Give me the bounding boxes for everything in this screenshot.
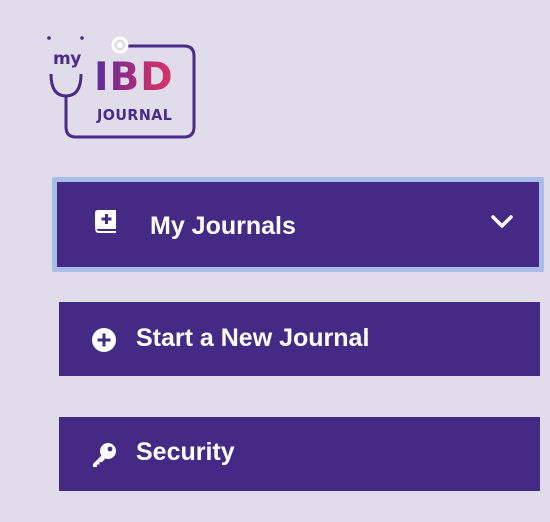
- menu-item-label: My Journals: [150, 212, 296, 240]
- plus-circle-icon: [92, 328, 116, 356]
- menu-item-security[interactable]: Security: [59, 417, 540, 491]
- menu-item-start-new-journal[interactable]: Start a New Journal: [59, 302, 540, 376]
- logo-text-ibd: IBD: [94, 55, 174, 100]
- menu-item-my-journals[interactable]: My Journals: [52, 177, 544, 272]
- chevron-down-icon[interactable]: [490, 214, 514, 234]
- menu-item-label: Security: [136, 438, 235, 466]
- app-logo: my IBD JOURNAL: [44, 34, 204, 144]
- logo-text-journal: JOURNAL: [97, 106, 173, 124]
- menu-item-label: Start a New Journal: [136, 324, 370, 352]
- logo-text-my: my: [53, 49, 81, 69]
- journal-add-icon: [95, 210, 117, 240]
- key-icon: [90, 441, 118, 473]
